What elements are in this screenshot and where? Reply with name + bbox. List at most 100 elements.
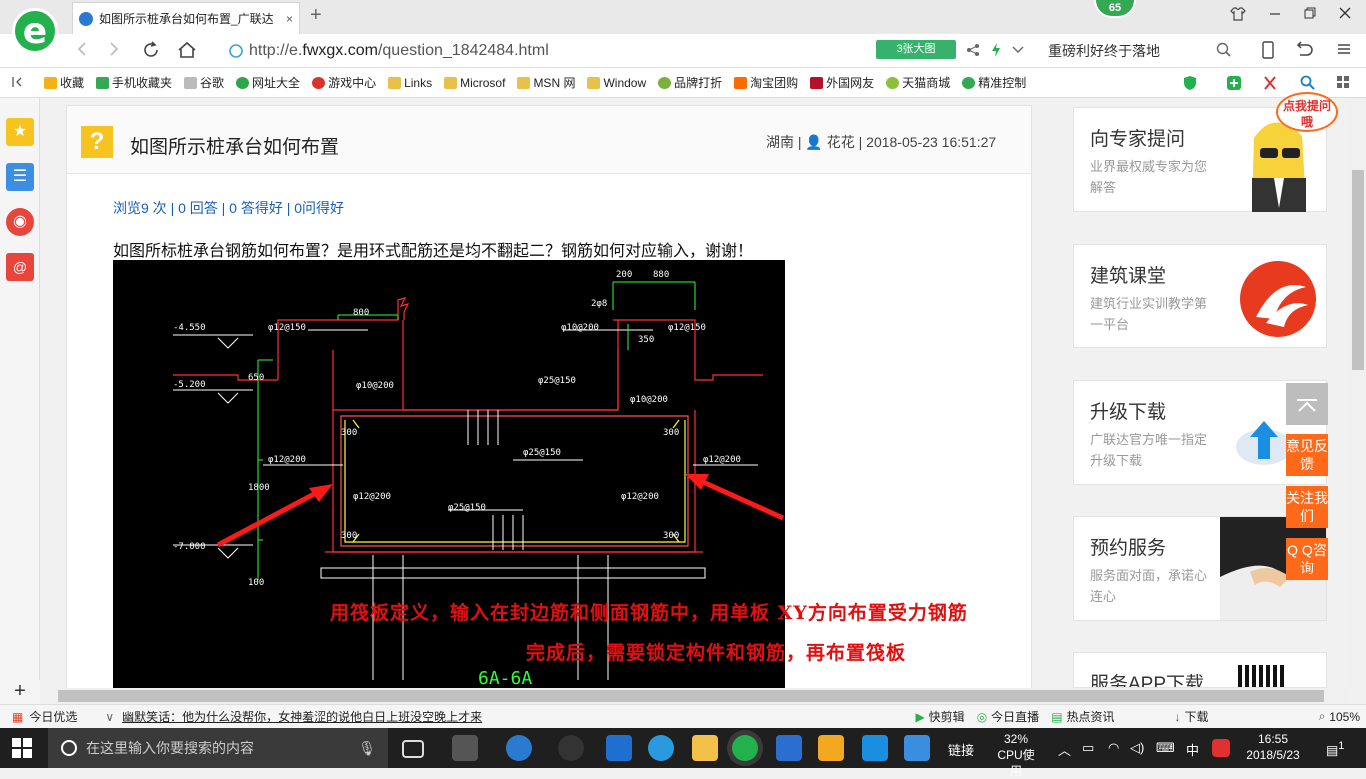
ask-promo-bubble[interactable]: 点我提问哦 xyxy=(1276,92,1338,132)
big-pictures-button[interactable]: 3张大图 xyxy=(876,40,956,59)
bookmark-label: 品牌打折 xyxy=(674,76,723,90)
bookmark-item[interactable]: 天猫商城 xyxy=(886,74,950,91)
horizontal-scroll-thumb[interactable] xyxy=(58,690,1324,702)
g-app-icon[interactable] xyxy=(776,735,802,761)
chevron-down-icon[interactable]: ∨ xyxy=(105,710,114,724)
news-icon: ▤ xyxy=(1051,709,1063,724)
sidebar-toggle-icon[interactable] xyxy=(12,76,24,91)
notification-center-icon[interactable]: ▤1 xyxy=(1326,740,1344,758)
menu-icon[interactable] xyxy=(1336,41,1352,60)
task-view-icon[interactable] xyxy=(402,740,424,758)
browser-logo[interactable]: e xyxy=(12,8,58,54)
status-item[interactable]: 快剪辑 xyxy=(929,708,965,725)
bookmark-item[interactable]: MSN 网 xyxy=(517,74,575,91)
tab-close-icon[interactable]: × xyxy=(286,12,293,26)
tray-wifi-icon[interactable]: ◠ xyxy=(1108,740,1119,756)
cpu-meter[interactable]: 32% CPU使用 xyxy=(992,731,1040,779)
question-body: 如图所标桩承台钢筋如何布置？是用环式配筋还是均不翻起二？钢筋如何对应输入，谢谢！ xyxy=(113,243,754,260)
share-icon[interactable] xyxy=(966,43,980,60)
yen-shield-icon[interactable] xyxy=(1182,75,1198,94)
back-to-top-button[interactable] xyxy=(1286,383,1328,425)
ime-indicator[interactable]: 中 xyxy=(1186,740,1199,759)
status-item[interactable]: 下载 xyxy=(1185,708,1209,725)
clock[interactable]: 16:55 2018/5/23 xyxy=(1242,731,1304,763)
bookmark-item[interactable]: 外国网友 xyxy=(810,74,874,91)
vertical-scroll-thumb[interactable] xyxy=(1352,170,1364,370)
minimize-icon[interactable] xyxy=(1268,6,1282,23)
bookmark-item[interactable]: 网址大全 xyxy=(236,74,300,91)
qq-consult-button[interactable]: Q Q咨询 xyxy=(1286,538,1328,580)
search-icon[interactable] xyxy=(1216,42,1232,61)
tray-up-icon[interactable]: ︿ xyxy=(1058,740,1071,759)
links-toolbar[interactable]: 链接 xyxy=(948,740,974,759)
favorites-star-icon[interactable]: ★ xyxy=(6,118,34,146)
tray-battery-icon[interactable]: ▭ xyxy=(1082,740,1094,756)
bookmark-item[interactable]: 精准控制 xyxy=(962,74,1026,91)
reader-icon[interactable]: ☰ xyxy=(6,163,34,191)
bookmark-item[interactable]: Microsof xyxy=(444,76,505,90)
bookmark-label: 网址大全 xyxy=(252,76,301,90)
bookmark-item[interactable]: 品牌打折 xyxy=(658,74,722,91)
microphone-icon[interactable]: 🎙 xyxy=(358,740,376,757)
add-app-icon[interactable] xyxy=(862,735,888,761)
ie-app-icon[interactable] xyxy=(506,735,532,761)
plus-shield-icon[interactable] xyxy=(1226,75,1242,94)
notes-app-icon[interactable] xyxy=(818,735,844,761)
360-browser-icon[interactable] xyxy=(732,735,758,761)
app-download-card[interactable]: 服务APP下载 xyxy=(1073,652,1327,688)
back-icon[interactable] xyxy=(74,40,90,63)
status-item[interactable]: 热点资讯 xyxy=(1067,708,1115,725)
follow-us-button[interactable]: 关注我们 xyxy=(1286,486,1328,528)
new-tab-button[interactable]: + xyxy=(310,4,322,27)
news-headline[interactable]: 重磅利好终于落地 xyxy=(1048,41,1160,61)
weibo-icon[interactable]: ◉ xyxy=(6,208,34,236)
bookmark-icon xyxy=(734,76,748,89)
forward-icon[interactable] xyxy=(106,40,122,63)
ticker-text[interactable]: 幽默笑话：他为什么没帮你，女神羞涩的说他白日上班没空晚上才来 xyxy=(122,708,822,725)
taskbar-search[interactable]: 在这里输入你要搜索的内容 🎙 xyxy=(48,728,388,768)
refresh-icon[interactable] xyxy=(141,40,161,65)
phone-icon[interactable] xyxy=(1262,41,1274,62)
bookmark-item[interactable]: 谷歌 xyxy=(184,74,224,91)
card-title: 预约服务 xyxy=(1090,538,1167,559)
daily-pick-label[interactable]: 今日优选 xyxy=(29,708,77,725)
scissors-icon[interactable] xyxy=(1262,75,1278,94)
cad-level: -7.000 xyxy=(173,542,206,552)
bookmark-item[interactable]: 淘宝团购 xyxy=(734,74,798,91)
windows-start-icon[interactable] xyxy=(12,738,32,761)
close-window-icon[interactable] xyxy=(1338,6,1352,23)
active-tab[interactable]: 如图所示桩承台如何布置_广联达 × xyxy=(72,2,300,34)
ask-expert-card[interactable]: 向专家提问 业界最权威专家为您解答 点我提问哦 xyxy=(1073,92,1338,212)
building-class-card[interactable]: 建筑课堂 建筑行业实训教学第一平台 xyxy=(1073,244,1327,348)
tray-keyboard-icon[interactable]: ⌨ xyxy=(1156,740,1175,756)
bookmark-item[interactable]: 游戏中心 xyxy=(312,74,376,91)
window-app-icon[interactable] xyxy=(904,735,930,761)
daily-pick-icon[interactable]: ▦ xyxy=(12,710,23,724)
undo-icon[interactable] xyxy=(1294,41,1314,60)
grid-icon[interactable] xyxy=(1336,75,1350,92)
edge-app-icon[interactable] xyxy=(606,735,632,761)
bookmark-item[interactable]: 手机收藏夹 xyxy=(96,74,172,91)
home-icon[interactable] xyxy=(177,40,197,65)
bookmark-item[interactable]: Window xyxy=(587,76,646,90)
bookmark-item[interactable]: Links xyxy=(388,76,432,90)
status-item[interactable]: 今日直播 xyxy=(991,708,1039,725)
explorer-folder-icon[interactable] xyxy=(692,735,718,761)
bookmark-item[interactable]: 收藏 xyxy=(44,74,84,91)
add-sidebar-button[interactable]: + xyxy=(0,680,40,704)
restore-icon[interactable] xyxy=(1303,6,1317,23)
sync-app-icon[interactable] xyxy=(558,735,584,761)
shirt-icon[interactable] xyxy=(1230,6,1246,25)
ie-browser-icon[interactable] xyxy=(648,735,674,761)
chevron-down-icon[interactable] xyxy=(1012,44,1024,58)
feedback-button[interactable]: 意见反馈 xyxy=(1286,434,1328,476)
zoom-level[interactable]: 105% xyxy=(1329,710,1360,724)
question-stats[interactable]: 浏览9 次 | 0 回答 | 0 答得好 | 0问得好 xyxy=(113,198,344,218)
fan-app-icon[interactable] xyxy=(452,735,478,761)
url-text[interactable]: http://e.fwxgx.com/question_1842484.html xyxy=(249,42,549,60)
sogou-ime-icon[interactable] xyxy=(1212,739,1230,757)
cad-drawing-image[interactable]: -4.550 -5.200 -7.000 φ12@150 φ12@150 φ10… xyxy=(113,260,785,690)
email-icon[interactable]: @ xyxy=(6,253,34,281)
tray-volume-icon[interactable]: ◁) xyxy=(1130,740,1144,756)
lightning-icon[interactable] xyxy=(990,42,1002,61)
